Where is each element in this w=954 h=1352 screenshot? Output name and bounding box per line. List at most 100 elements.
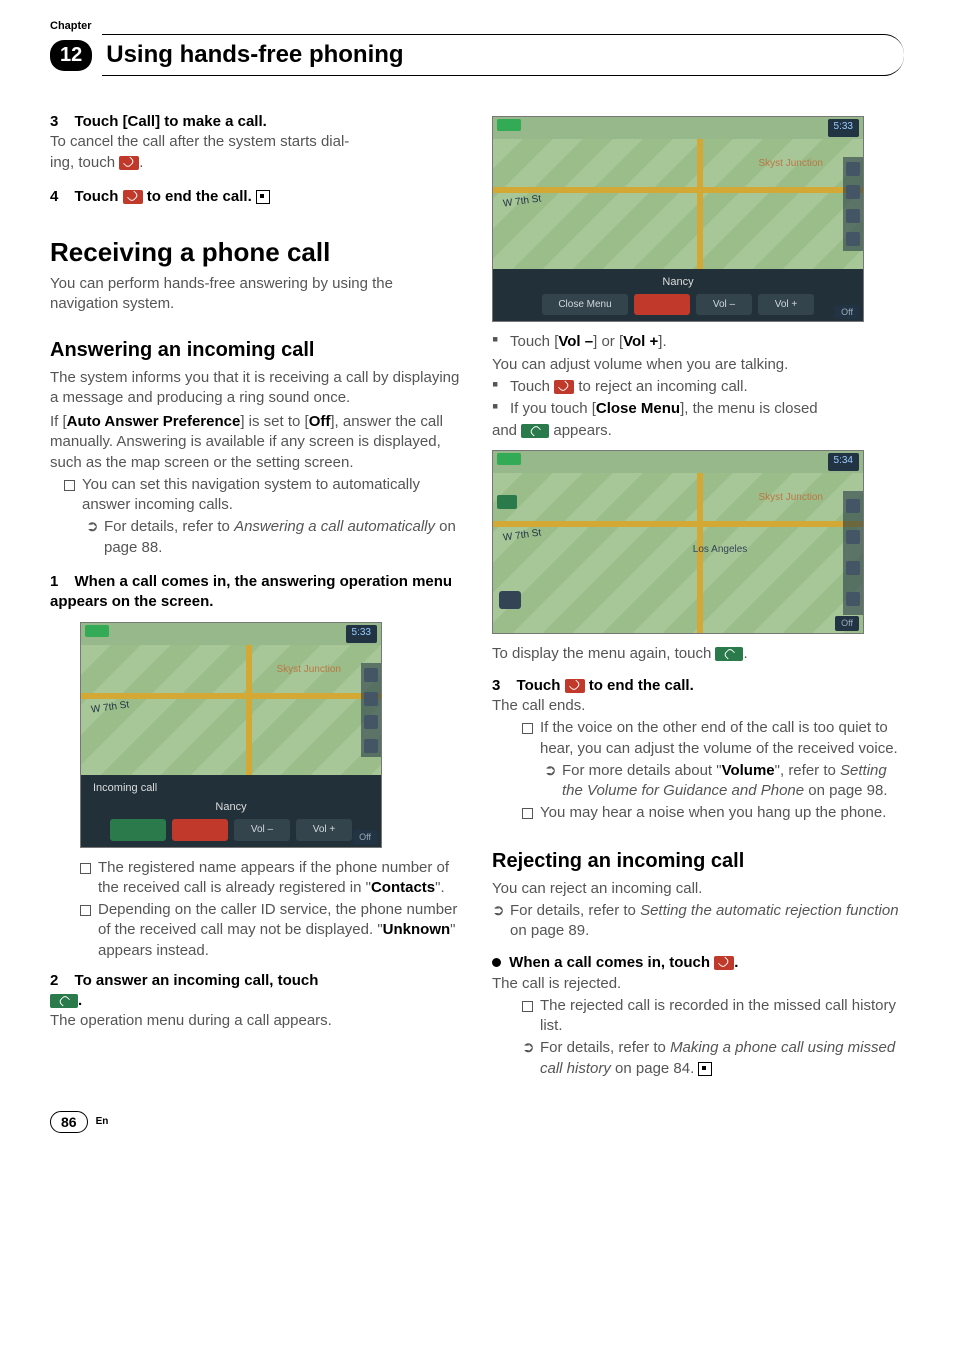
signal-icon	[497, 453, 521, 465]
screenshot-menu-closed: 5:34 W 7th St Skyst Junction Los Angeles…	[492, 450, 864, 634]
vol-minus-button[interactable]: Vol –	[696, 294, 752, 316]
body-text: For details, refer to	[104, 518, 234, 535]
ui-term: Unknown	[383, 921, 451, 938]
subsection-heading: Rejecting an incoming call	[492, 848, 904, 875]
body-text: The call ends.	[492, 696, 904, 716]
step-text: Touch	[75, 188, 123, 205]
step-number: 2	[50, 972, 58, 989]
call-menu-icon[interactable]	[497, 495, 517, 509]
close-menu-button[interactable]: Close Menu	[542, 294, 628, 316]
screenshot-in-call-menu: 5:33 W 7th St Skyst Junction Nancy Close…	[492, 116, 864, 322]
body-text: ] is set to [	[240, 413, 308, 430]
bullet-icon: ▪	[492, 377, 510, 397]
off-label: Off	[353, 830, 377, 844]
reference-link: Setting the automatic rejection function	[640, 902, 899, 919]
page-footer: 86 En	[50, 1111, 904, 1133]
section-heading: Receiving a phone call	[50, 235, 462, 270]
body-text: To display the menu again, touch	[492, 645, 715, 662]
screenshot-incoming-call: 5:33 W 7th St Skyst Junction Incoming ca…	[80, 622, 382, 847]
street-label: W 7th St	[502, 526, 542, 545]
step-text: When a call comes in, touch	[509, 954, 714, 971]
ui-term: Close Menu	[596, 400, 680, 417]
reject-button[interactable]	[172, 819, 228, 841]
vol-plus-button[interactable]: Vol +	[296, 819, 352, 841]
step-text: Touch	[517, 677, 565, 694]
step-text: To answer an incoming call, touch	[75, 972, 319, 989]
step-text: .	[78, 992, 82, 1009]
hangup-button[interactable]	[634, 294, 690, 316]
body-text: to reject an incoming call.	[574, 378, 747, 395]
body-text: on page 89.	[510, 922, 589, 939]
incoming-call-label: Incoming call	[87, 781, 375, 796]
reference-bullet-icon	[492, 901, 510, 942]
call-menu-icon	[715, 647, 743, 661]
note-bullet-icon	[64, 480, 75, 491]
ui-term: Contacts	[371, 879, 435, 896]
call-menu-icon	[521, 424, 549, 438]
map-side-toolbar	[843, 157, 863, 251]
body-text: For details, refer to	[540, 1039, 670, 1056]
body-text: ing, touch	[50, 154, 119, 171]
vol-minus-button[interactable]: Vol –	[234, 819, 290, 841]
body-text: on page 98.	[804, 782, 887, 799]
action-bullet-icon	[492, 958, 501, 967]
body-text: To cancel the call after the system star…	[50, 133, 349, 150]
body-text: ] or [	[593, 333, 623, 350]
ui-term: Off	[309, 413, 331, 430]
note-bullet-icon	[522, 808, 533, 819]
right-column: 5:33 W 7th St Skyst Junction Nancy Close…	[492, 106, 904, 1081]
step-number: 3	[492, 677, 500, 694]
body-text: ].	[658, 333, 666, 350]
hangup-icon	[565, 679, 585, 693]
reference-bullet-icon	[86, 517, 104, 558]
note-bullet-icon	[522, 1001, 533, 1012]
body-text: You can adjust volume when you are talki…	[492, 355, 904, 375]
city-label: Los Angeles	[693, 543, 748, 557]
body-text: You can perform hands-free answering by …	[50, 274, 462, 315]
language-label: En	[96, 1116, 109, 1127]
reference-bullet-icon	[544, 761, 562, 802]
step-text: to end the call.	[585, 677, 694, 694]
off-label: Off	[835, 305, 859, 319]
page-number: 86	[50, 1111, 88, 1133]
body-text: ".	[435, 879, 445, 896]
body-text: appears.	[549, 422, 612, 439]
page-header: 12 Using hands-free phoning	[50, 34, 904, 76]
map-side-toolbar	[361, 663, 381, 757]
vol-plus-button[interactable]: Vol +	[758, 294, 814, 316]
body-text: and	[492, 422, 521, 439]
signal-icon	[85, 625, 109, 637]
step-number: 3	[50, 113, 58, 130]
map-tool-icon[interactable]	[499, 591, 521, 609]
hangup-icon	[119, 156, 139, 170]
page-title: Using hands-free phoning	[106, 41, 904, 69]
list-item: The rejected call is recorded in the mis…	[540, 996, 904, 1037]
answer-button[interactable]	[110, 819, 166, 841]
hangup-icon	[714, 956, 734, 970]
note-bullet-icon	[80, 905, 91, 916]
off-label: Off	[835, 616, 859, 630]
ui-term: Vol +	[623, 333, 658, 350]
body-text: ], the menu is closed	[680, 400, 818, 417]
section-end-icon	[698, 1062, 712, 1076]
reference-link: Answering a call automatically	[234, 518, 435, 535]
body-text: ", refer to	[775, 762, 840, 779]
step-text: .	[734, 954, 738, 971]
caller-name-label: Nancy	[87, 800, 375, 815]
body-text: You can reject an incoming call.	[492, 879, 904, 899]
chapter-label: Chapter	[50, 20, 904, 32]
chapter-number-badge: 12	[50, 40, 92, 71]
body-text: For more details about "	[562, 762, 722, 779]
note-bullet-icon	[522, 723, 533, 734]
street-label: W 7th St	[90, 699, 130, 718]
reference-bullet-icon	[522, 1038, 540, 1079]
body-text: If [	[50, 413, 67, 430]
bullet-icon: ▪	[492, 399, 510, 419]
ui-term: Auto Answer Preference	[67, 413, 241, 430]
body-text: The call is rejected.	[492, 974, 904, 994]
hangup-icon	[123, 190, 143, 204]
clock-label: 5:33	[828, 119, 859, 137]
step-number: 1	[50, 573, 58, 590]
ui-term: Vol –	[558, 333, 593, 350]
signal-icon	[497, 119, 521, 131]
